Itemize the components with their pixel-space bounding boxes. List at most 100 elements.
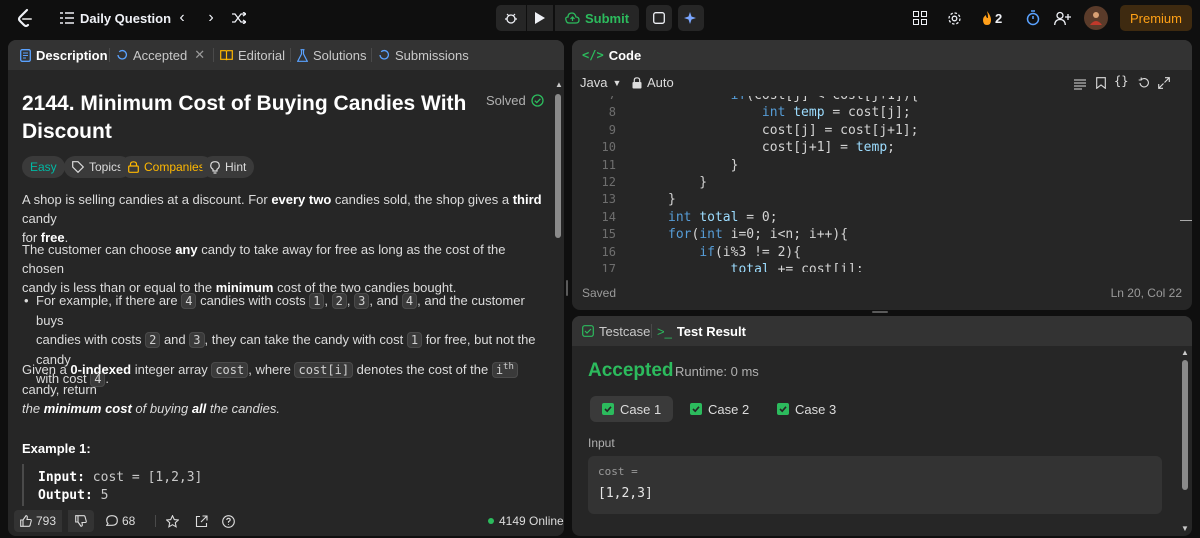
tab-accepted[interactable]: Accepted ✕: [116, 40, 205, 70]
flask-icon: [297, 48, 308, 62]
favorite-star-icon[interactable]: [164, 512, 180, 530]
language-select[interactable]: Java ▼: [580, 75, 621, 90]
description-panel: Description Accepted ✕ Editorial Solutio…: [8, 40, 564, 536]
mode-select[interactable]: Auto: [632, 75, 674, 90]
test-tabbar: Testcase >_ Test Result: [572, 316, 1192, 346]
tab-accepted-label: Accepted: [133, 47, 188, 63]
tab-divider: [109, 48, 110, 62]
code-line: cost[j+1] = temp;: [668, 140, 895, 156]
help-icon[interactable]: [220, 512, 236, 530]
timer-icon[interactable]: [1024, 9, 1042, 27]
code-line: }: [668, 192, 676, 208]
input-section-label: Input: [588, 436, 615, 450]
text: denotes the cost of the: [353, 362, 492, 377]
thumbs-up-icon: [20, 515, 32, 527]
tab-description[interactable]: Description: [20, 40, 108, 70]
history-icon: [378, 49, 390, 61]
solved-indicator: Solved: [486, 93, 544, 108]
comments-button[interactable]: 68: [100, 510, 141, 532]
solved-label: Solved: [486, 93, 526, 108]
text: Given a: [22, 362, 71, 377]
scroll-up-icon[interactable]: ▲: [555, 80, 563, 89]
line-number: 13: [601, 192, 616, 207]
dislike-button[interactable]: [68, 510, 94, 532]
case-1-tab[interactable]: Case 1: [590, 396, 674, 422]
avatar[interactable]: [1084, 6, 1108, 30]
tab-solutions-label: Solutions: [313, 47, 367, 63]
comment-icon: [106, 515, 118, 527]
streak-fire-icon[interactable]: [980, 9, 994, 27]
scroll-down-icon[interactable]: ▼: [1181, 524, 1189, 533]
case-2-tab[interactable]: Case 2: [678, 396, 761, 422]
companies-button[interactable]: Companies: [120, 156, 213, 178]
streak-count: 2: [995, 10, 1003, 26]
add-user-icon[interactable]: [1052, 9, 1074, 27]
debug-icon[interactable]: [496, 5, 526, 31]
thumbs-down-icon: [75, 515, 87, 527]
tab-code[interactable]: </> Code: [582, 40, 641, 70]
line-number: 11: [601, 157, 616, 172]
run-button[interactable]: [527, 5, 553, 31]
text: A shop is selling candies at a discount.…: [22, 192, 272, 207]
scrollbar-thumb[interactable]: [1182, 360, 1188, 490]
topics-label: Topics: [89, 160, 124, 174]
share-icon[interactable]: [193, 512, 209, 530]
italic-text: the: [22, 401, 44, 416]
settings-gear-icon[interactable]: [945, 10, 963, 26]
problem-list-link[interactable]: Daily Question: [80, 8, 171, 28]
runtime-label: Runtime: 0 ms: [675, 364, 759, 379]
code-line: int temp = cost[j];: [761, 105, 911, 121]
note-icon[interactable]: [646, 5, 672, 31]
example-input: Input: cost = [1,2,3]: [38, 470, 202, 485]
tab-testcase[interactable]: Testcase: [582, 316, 650, 346]
next-problem-icon[interactable]: ›: [203, 8, 219, 28]
prev-problem-icon[interactable]: ‹: [174, 8, 190, 28]
description-scrollbar[interactable]: ▲ ▼: [555, 80, 563, 532]
output-value: 5: [100, 488, 109, 503]
horizontal-resize-handle[interactable]: [872, 311, 888, 313]
test-panel: Testcase >_ Test Result Accepted Runtime…: [572, 316, 1192, 536]
tab-editorial-label: Editorial: [238, 47, 285, 63]
tab-submissions[interactable]: Submissions: [378, 40, 469, 70]
tab-editorial[interactable]: Editorial: [220, 40, 285, 70]
format-list-icon[interactable]: [1074, 77, 1086, 95]
italic-text: the candies.: [206, 401, 280, 416]
shuffle-icon[interactable]: [230, 10, 248, 26]
example-title: Example 1:: [22, 441, 91, 456]
code-editor[interactable]: 7 if(cost[j] < cost[j+1]){8 int temp = c…: [572, 96, 1182, 272]
scrollbar-thumb[interactable]: [555, 94, 561, 238]
text: candy: [22, 211, 57, 226]
scroll-up-icon[interactable]: ▲: [1181, 348, 1189, 357]
like-button[interactable]: 793: [14, 510, 63, 532]
expand-icon[interactable]: [1158, 76, 1170, 94]
braces-icon[interactable]: {}: [1114, 74, 1128, 88]
text: and: [160, 332, 190, 347]
problem-title-line2: Discount: [22, 120, 112, 143]
premium-button[interactable]: Premium: [1120, 5, 1192, 31]
tab-solutions[interactable]: Solutions: [297, 40, 366, 70]
description-footer: 793 68 4149 Online: [8, 506, 564, 536]
tab-test-result[interactable]: >_ Test Result: [657, 316, 746, 346]
tab-divider: [290, 48, 291, 62]
submit-button[interactable]: Submit: [555, 5, 639, 31]
case-3-tab[interactable]: Case 3: [765, 396, 848, 422]
example-block: Input: cost = [1,2,3] Output: 5: [22, 464, 548, 508]
close-tab-icon[interactable]: ✕: [194, 47, 205, 63]
check-circle-icon: [531, 94, 544, 107]
test-scrollbar[interactable]: ▲ ▼: [1181, 348, 1189, 534]
cloud-upload-icon: [565, 12, 580, 24]
text: The customer can choose: [22, 242, 176, 257]
problem-list-icon[interactable]: [58, 10, 76, 26]
tab-code-label: Code: [608, 47, 642, 63]
case-3-label: Case 3: [795, 401, 837, 417]
bookmark-icon[interactable]: [1096, 76, 1106, 94]
code-line: if(cost[j] < cost[j+1]){: [668, 96, 919, 103]
difficulty-badge: Easy: [22, 156, 65, 178]
inline-code: cost[i]: [294, 362, 354, 378]
vertical-resize-handle[interactable]: [566, 280, 568, 296]
layout-icon[interactable]: [912, 10, 928, 26]
reset-icon[interactable]: [1138, 76, 1150, 94]
leetcode-logo[interactable]: [14, 8, 36, 28]
hint-button[interactable]: Hint: [202, 156, 255, 178]
ai-sparkle-icon[interactable]: [678, 5, 704, 31]
